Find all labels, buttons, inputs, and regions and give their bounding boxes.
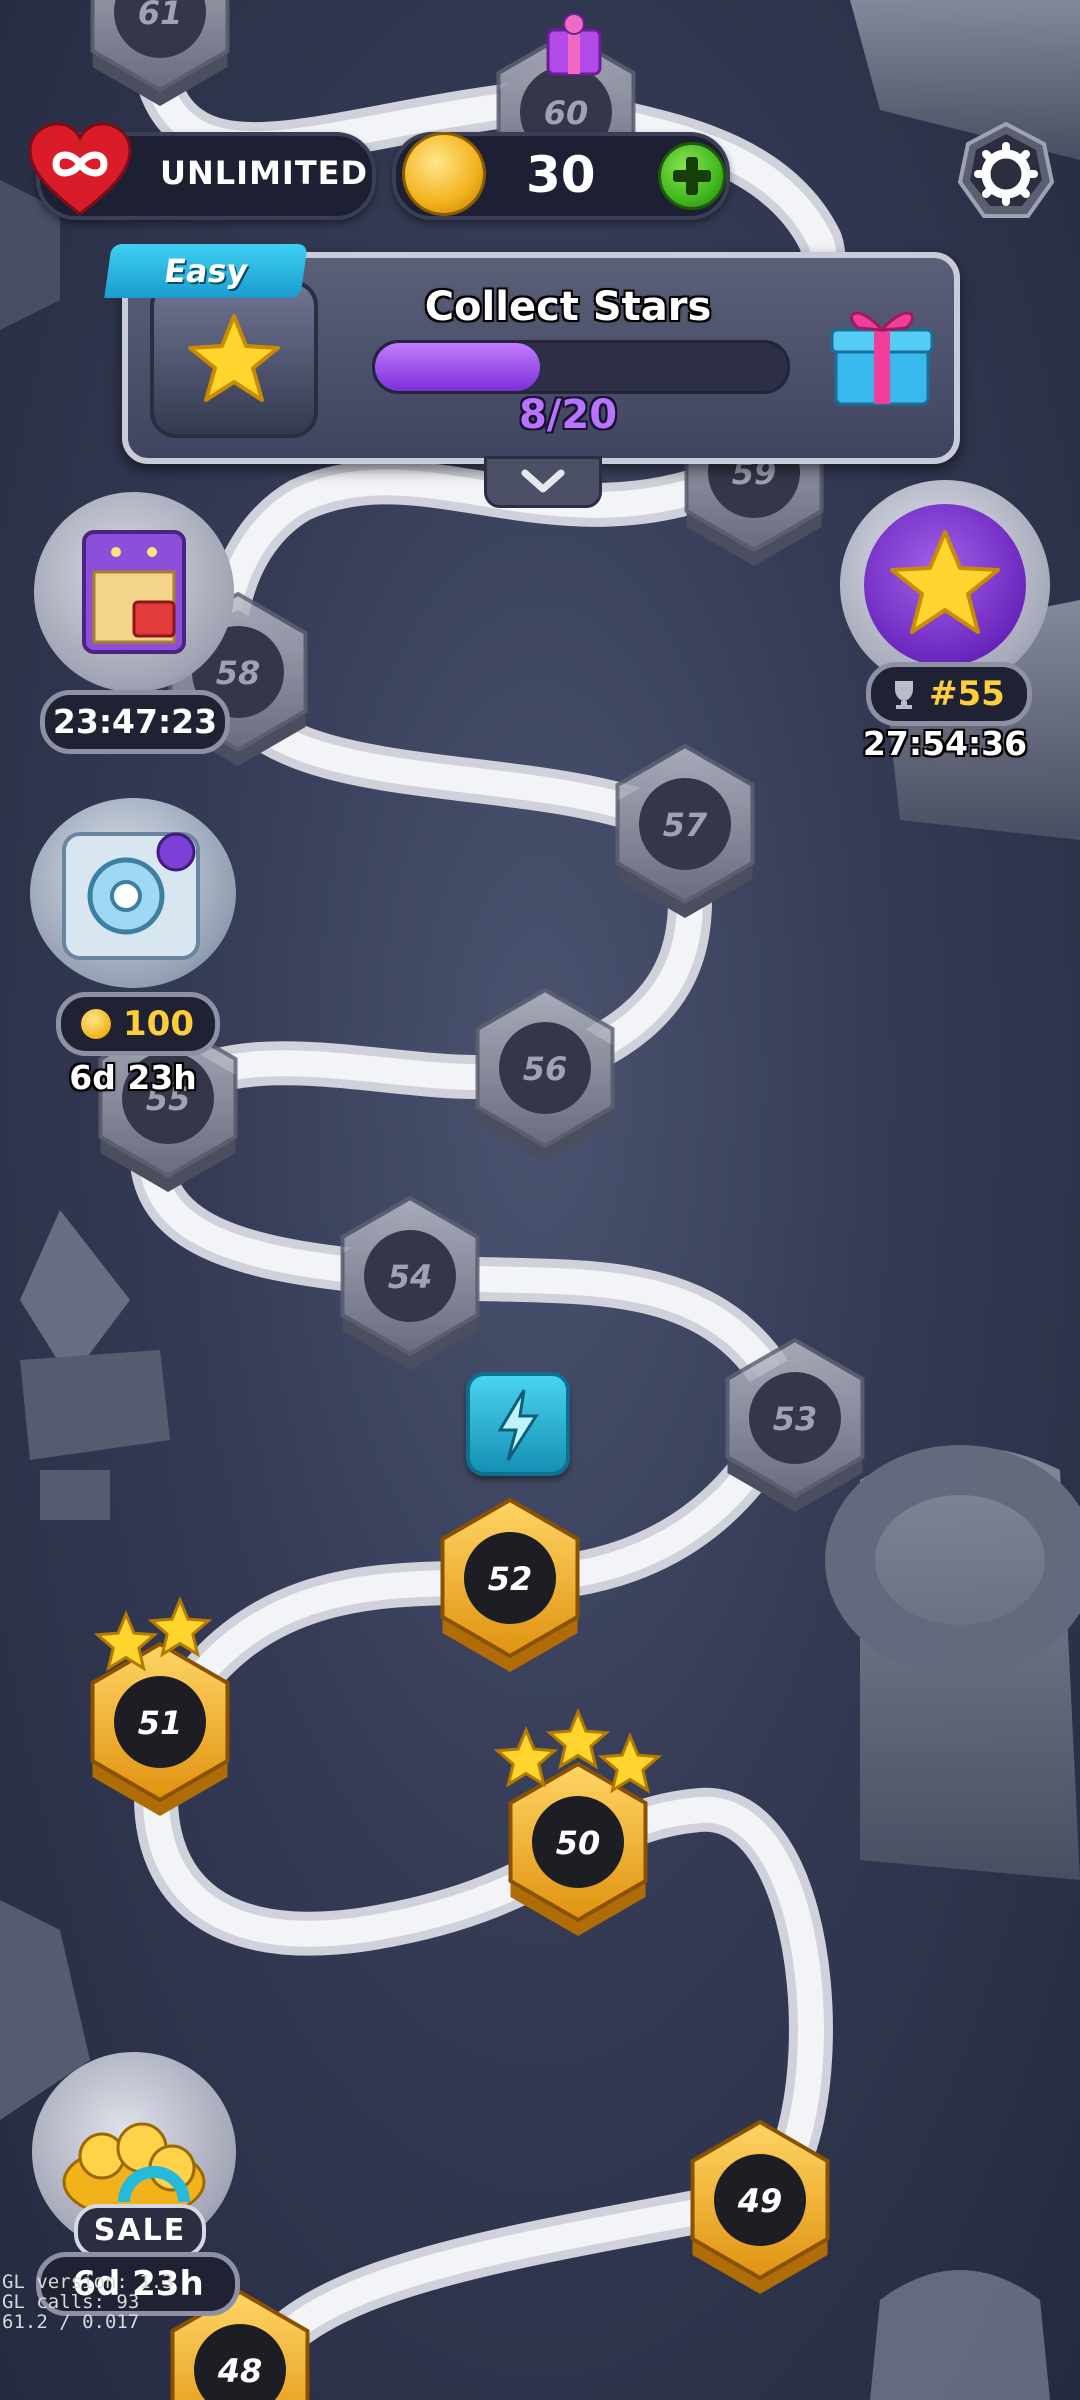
expand-quest-button[interactable] [484,456,602,508]
settings-button[interactable] [956,121,1056,222]
level-gift-icon [546,13,602,76]
level-number: 56 [523,1050,568,1088]
coin-small-icon [81,1009,111,1039]
gear-icon [957,121,1055,218]
coins-panel[interactable]: 30 [392,132,730,220]
level-node-54: 54 [340,1195,480,1370]
debug-line-version: GL version: 1.3 [2,2271,174,2293]
chevron-down-icon [521,469,565,493]
vault-event-button[interactable] [30,798,236,988]
debug-line-fps: 61.2 / 0.017 [2,2311,140,2333]
sale-badge: SALE [74,2204,206,2258]
level-star-icon [493,1726,559,1788]
level-node-49[interactable]: 49 [690,2119,830,2294]
quest-progress-track [372,340,790,394]
quest-star-tile [150,280,318,438]
level-number: 61 [138,0,183,32]
level-node-56: 56 [475,987,615,1162]
leaderboard-star-disc [864,504,1026,666]
trophy-icon [895,681,913,709]
debug-line-calls: GL calls: 93 [2,2291,140,2313]
quest-progress-text: 8/20 [518,392,618,438]
leaderboard-event-button[interactable] [840,480,1050,690]
quest-title: Collect Stars [424,284,712,330]
ticket-book-icon [82,530,186,654]
vault-timer: 6d 23h [69,1058,197,1097]
vault-icon [62,832,200,960]
level-number: 52 [488,1560,533,1598]
level-star-icon [545,1708,611,1770]
level-node-51[interactable]: 51 [90,1596,230,1816]
level-number: 48 [217,2352,263,2390]
coin-icon [402,132,486,216]
level-number: 53 [773,1400,818,1438]
leaderboard-timer: 27:54:36 [862,724,1028,763]
lives-panel[interactable]: UNLIMITED [28,122,376,220]
star-icon [188,314,280,402]
level-number: 60 [544,94,589,132]
lives-label: UNLIMITED [160,154,369,192]
ticket-event-button[interactable] [34,492,234,692]
level-number: 49 [737,2182,783,2220]
quest-difficulty-tag: Easy [104,244,308,298]
lightning-icon [497,1389,539,1461]
star-icon [890,530,1000,634]
heart-infinity-icon [28,122,132,216]
level-number: 51 [138,1704,183,1742]
vault-cost-pill: 100 [56,992,220,1056]
leaderboard-rank-pill: #55 [866,662,1032,726]
leaderboard-rank: #55 [929,674,1005,714]
add-coins-button[interactable] [658,142,726,210]
level-number: 50 [556,1824,601,1862]
gift-icon [830,311,934,406]
level-node-57: 57 [615,743,755,918]
coin-count: 30 [526,146,596,204]
level-node-61: 61 [90,0,230,106]
ticket-event-timer: 23:47:23 [40,690,230,754]
level-node-52[interactable]: 52 [440,1497,580,1672]
booster-pin[interactable] [466,1372,570,1476]
plus-icon [673,157,711,195]
level-number: 54 [388,1258,433,1296]
quest-progress-fill [375,343,540,391]
level-number: 57 [663,806,708,844]
vault-cost: 100 [123,1004,194,1044]
level-node-50[interactable]: 50 [493,1708,663,1936]
